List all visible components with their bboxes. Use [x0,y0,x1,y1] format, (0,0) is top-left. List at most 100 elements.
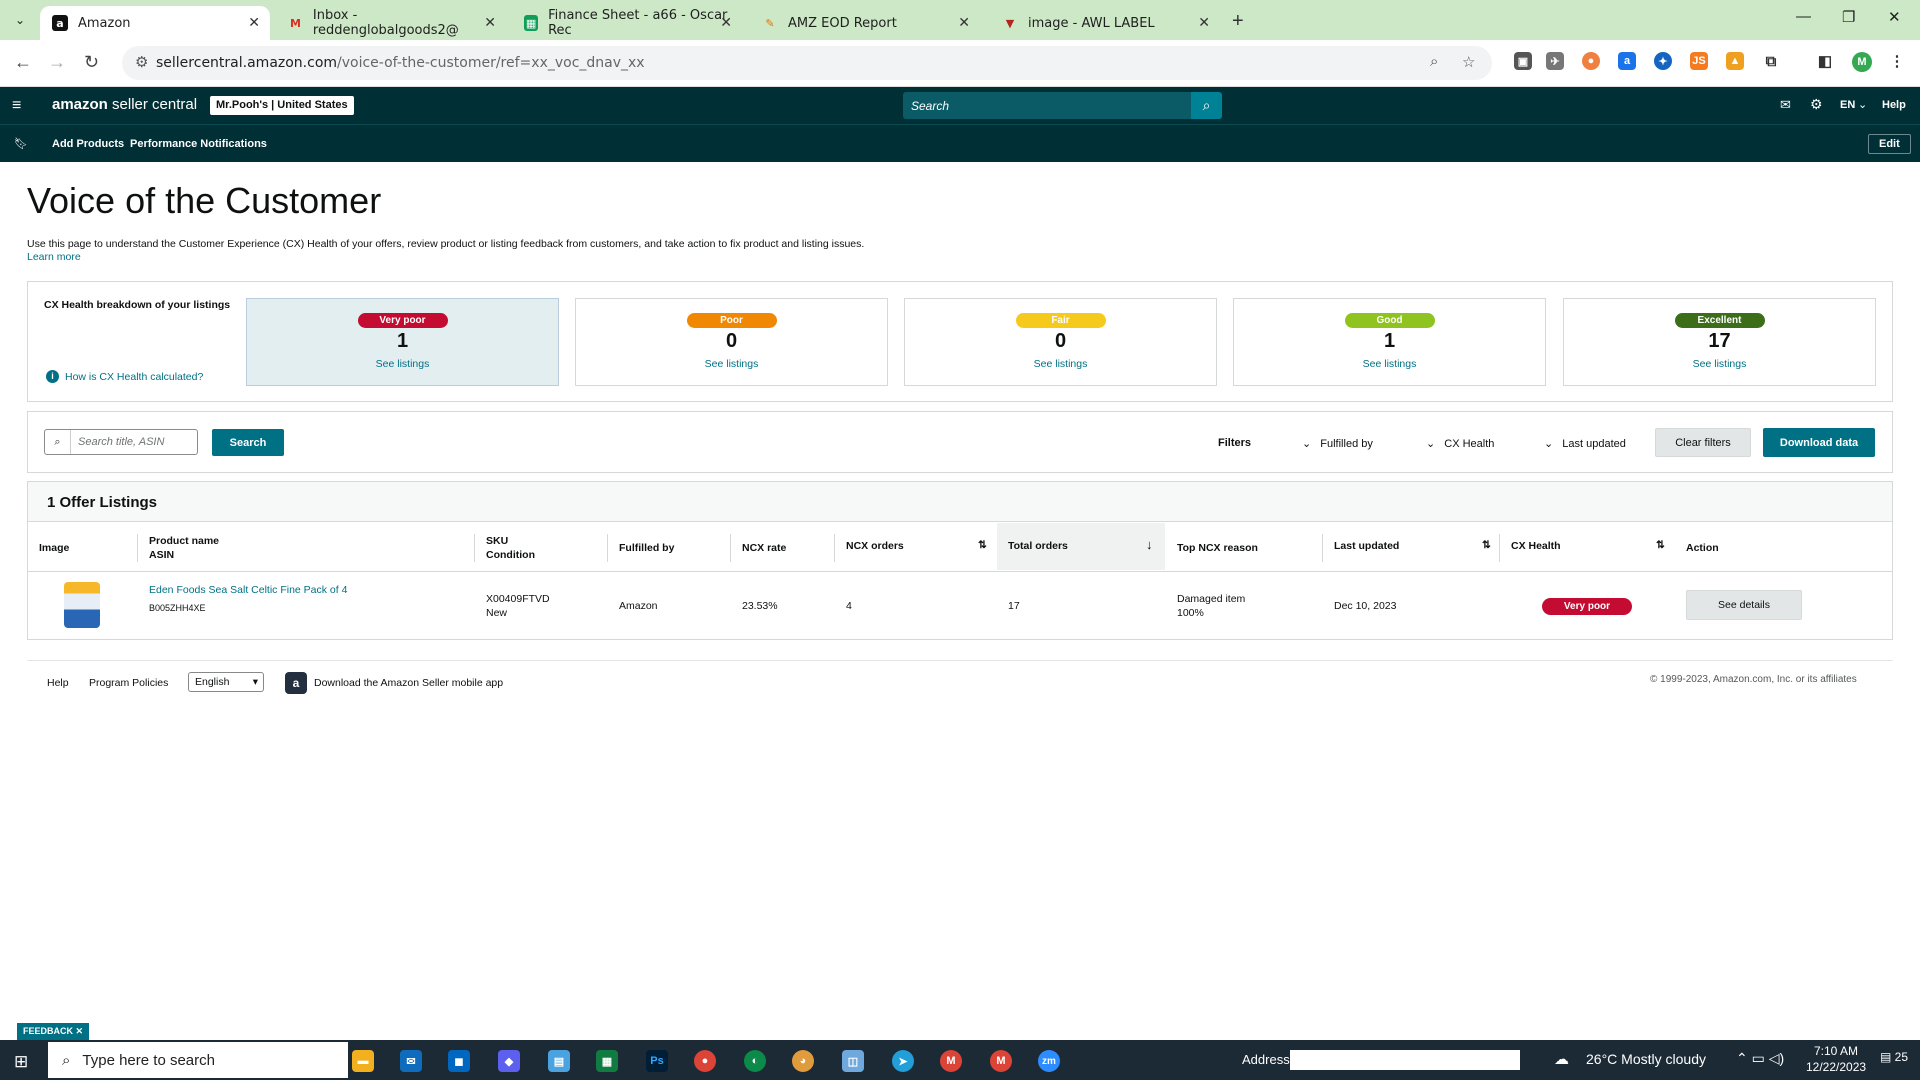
bookmark-icon[interactable]: 🔖︎ [14,137,28,150]
fulfilled-by-filter[interactable]: ⌄ Fulfilled by [1302,437,1373,450]
tab-amazon[interactable]: a Amazon ✕ [40,6,270,40]
extension-globe-icon[interactable]: ✦ [1654,52,1672,70]
learn-more-link[interactable]: Learn more [27,251,81,263]
see-listings-link[interactable]: See listings [905,358,1216,370]
telegram-icon[interactable]: ➤ [892,1050,914,1072]
weather-cloud-icon[interactable]: ☁ [1554,1050,1569,1068]
restore-icon[interactable]: ❐ [1842,8,1855,26]
back-icon[interactable]: ← [14,52,32,73]
help-link[interactable]: Help [1882,99,1906,111]
see-listings-link[interactable]: See listings [576,358,887,370]
app-icon[interactable]: ◆ [498,1050,520,1072]
reload-icon[interactable]: ↻ [84,52,99,73]
product-name-link[interactable]: Eden Foods Sea Salt Celtic Fine Pack of … [149,583,347,597]
extension-circle-icon[interactable]: ● [1582,52,1600,70]
file-explorer-icon[interactable]: ▬ [352,1050,374,1072]
cx-card-excellent[interactable]: Excellent 17 See listings [1563,298,1876,386]
taskbar-search-box[interactable]: ⌕ Type here to search [48,1042,348,1078]
col-product-name[interactable]: Product name [149,534,219,548]
extension-off-icon[interactable]: ▣ [1514,52,1532,70]
photoshop-icon[interactable]: Ps [646,1050,668,1072]
store-icon[interactable]: ◼ [448,1050,470,1072]
download-app-link[interactable]: Download the Amazon Seller mobile app [314,677,503,689]
product-thumbnail[interactable] [64,582,100,628]
extensions-puzzle-icon[interactable]: ⧉ [1762,52,1780,70]
listing-search-input[interactable]: ⌕ Search title, ASIN [44,429,198,455]
sort-down-arrow-icon[interactable]: ↓ [1146,538,1153,552]
cx-card-good[interactable]: Good 1 See listings [1233,298,1546,386]
search-button[interactable]: Search [212,429,284,456]
taskbar-date[interactable]: 12/22/2023 [1806,1060,1866,1074]
app-icon[interactable]: ▤ [548,1050,570,1072]
sort-icon[interactable]: ⇅ [1656,538,1665,552]
chrome-profile-icon[interactable]: M [940,1050,962,1072]
tab-awl-label[interactable]: ▼ image - AWL LABEL ✕ [990,6,1220,40]
footer-language-select[interactable]: English ▾ [188,672,264,692]
mail-icon[interactable]: ✉ [1780,97,1791,113]
close-icon[interactable]: ✕ [484,15,496,31]
col-last-updated[interactable]: Last updated [1334,539,1399,553]
feedback-button[interactable]: FEEDBACK ✕ [17,1023,90,1040]
system-tray-icons[interactable]: ⌃ ▭ ◁) [1736,1050,1784,1067]
seller-central-logo[interactable]: amazon seller central [52,96,197,113]
col-total-orders[interactable]: Total orders [1008,539,1068,553]
chrome-icon[interactable]: ● [694,1050,716,1072]
last-updated-filter[interactable]: ⌄ Last updated [1544,437,1626,450]
seller-app-icon[interactable]: a [285,672,307,694]
see-details-button[interactable]: See details [1686,590,1802,620]
calculator-icon[interactable]: ▦ [596,1050,618,1072]
taskbar-address-input[interactable] [1290,1050,1520,1070]
close-icon[interactable]: ✕ [248,15,260,31]
tab-search-dropdown[interactable]: ⌄ [8,8,32,32]
hamburger-menu-icon[interactable]: ≡ [12,97,21,115]
footer-program-policies-link[interactable]: Program Policies [89,677,168,689]
zoom-icon[interactable]: ⌕ [1430,53,1438,70]
col-ncx-orders[interactable]: NCX orders [846,539,904,553]
col-cx-health[interactable]: CX Health [1511,539,1561,553]
address-bar[interactable]: sellercentral.amazon.com/voice-of-the-cu… [122,46,1492,80]
taskbar-time[interactable]: 7:10 AM [1806,1044,1866,1058]
extension-chart-icon[interactable]: ▲ [1726,52,1744,70]
side-panel-icon[interactable]: ◧ [1816,52,1834,70]
windows-start-icon[interactable]: ⊞ [14,1052,28,1072]
profile-avatar[interactable]: M [1852,52,1872,72]
minimize-icon[interactable]: — [1796,8,1811,25]
tab-eod-report[interactable]: ✎ AMZ EOD Report ✕ [750,6,980,40]
extension-amz-icon[interactable]: a [1618,52,1636,70]
close-icon[interactable]: ✕ [958,15,970,31]
site-info-icon[interactable]: ⚙ [135,53,148,71]
app-icon[interactable]: ◕ [792,1050,814,1072]
zoom-app-icon[interactable]: zm [1038,1050,1060,1072]
cx-health-filter[interactable]: ⌄ CX Health [1426,437,1494,450]
header-search-input[interactable]: Search [903,92,1191,119]
download-data-button[interactable]: Download data [1763,428,1875,457]
see-listings-link[interactable]: See listings [1234,358,1545,370]
language-selector[interactable]: EN [1840,99,1855,111]
close-icon[interactable]: ✕ [1198,15,1210,31]
nav-performance-notifications[interactable]: Performance Notifications [130,138,267,150]
how-cx-calculated-link[interactable]: i How is CX Health calculated? [46,370,203,383]
extension-plane-icon[interactable]: ✈ [1546,52,1564,70]
notification-center-icon[interactable]: ▤ 25 [1880,1050,1908,1064]
browser-menu-icon[interactable]: ⋮ [1888,52,1906,70]
clear-filters-button[interactable]: Clear filters [1655,428,1751,457]
see-listings-link[interactable]: See listings [247,358,558,370]
bookmark-star-icon[interactable]: ☆ [1462,53,1475,71]
footer-help-link[interactable]: Help [47,677,69,689]
see-listings-link[interactable]: See listings [1564,358,1875,370]
edge-icon[interactable]: ◐ [744,1050,766,1072]
tab-gmail[interactable]: M Inbox - reddenglobalgoods2@ ✕ [276,6,506,40]
extension-js-icon[interactable]: JS [1690,52,1708,70]
weather-text[interactable]: 26°C Mostly cloudy [1586,1051,1706,1067]
search-icon[interactable]: ⌕ [1191,92,1222,119]
close-icon[interactable]: ✕ [720,15,732,31]
new-tab-button[interactable]: + [1232,10,1244,33]
mail-app-icon[interactable]: ✉ [400,1050,422,1072]
cx-card-fair[interactable]: Fair 0 See listings [904,298,1217,386]
store-selector[interactable]: Mr.Pooh's | United States [210,96,354,115]
nav-add-products[interactable]: Add Products [52,138,124,150]
edit-nav-button[interactable]: Edit [1868,134,1911,154]
cx-card-poor[interactable]: Poor 0 See listings [575,298,888,386]
sort-icon[interactable]: ⇅ [978,538,987,552]
sort-icon[interactable]: ⇅ [1482,538,1491,552]
